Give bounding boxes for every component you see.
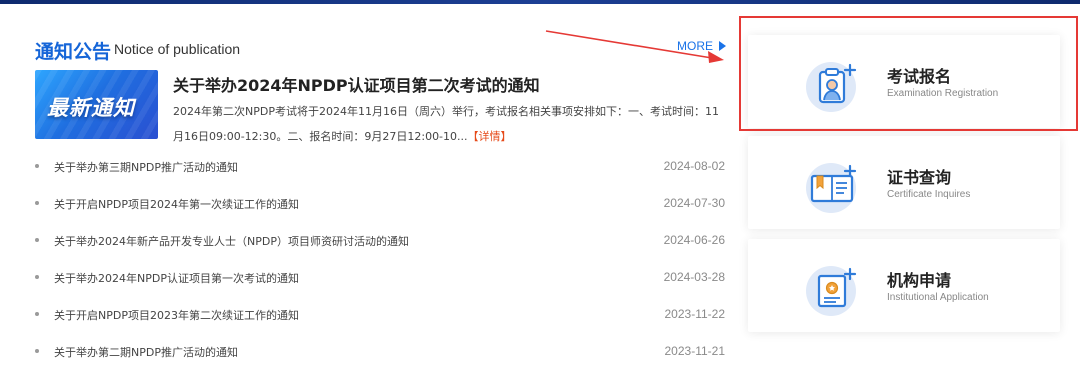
bullet-icon — [35, 312, 39, 316]
news-date: 2023-11-21 — [664, 344, 726, 358]
list-item[interactable]: 关于举办2024年新产品开发专业人士（NPDP）项目师资研讨活动的通知 2024… — [35, 231, 725, 251]
featured-desc-text: 2024年第二次NPDP考试将于2024年11月16日（周六）举行，考试报名相关… — [173, 105, 719, 143]
institution-application-card[interactable]: 机构申请 Institutional Application — [748, 239, 1060, 332]
certificate-query-icon — [806, 163, 857, 213]
thumbnail-text: 最新通知 — [47, 96, 135, 120]
news-title[interactable]: 关于举办2024年新产品开发专业人士（NPDP）项目师资研讨活动的通知 — [54, 233, 409, 249]
section-subtitle: Notice of publication — [114, 41, 241, 57]
news-title[interactable]: 关于举办第二期NPDP推广活动的通知 — [54, 344, 238, 360]
news-title[interactable]: 关于开启NPDP项目2023年第二次续证工作的通知 — [54, 307, 299, 323]
featured-description: 2024年第二次NPDP考试将于2024年11月16日（周六）举行，考试报名相关… — [173, 99, 728, 149]
news-date: 2024-07-30 — [663, 196, 725, 210]
featured-title[interactable]: 关于举办2024年NPDP认证项目第二次考试的通知 — [173, 72, 540, 96]
bullet-icon — [35, 164, 39, 168]
list-item[interactable]: 关于举办第三期NPDP推广活动的通知 2024-08-02 — [35, 157, 725, 177]
news-title[interactable]: 关于举办第三期NPDP推广活动的通知 — [54, 159, 238, 175]
news-date: 2023-11-22 — [664, 307, 726, 321]
card-subtitle: Institutional Application — [887, 292, 989, 303]
annotation-highlight-box — [739, 16, 1078, 131]
top-header-band — [0, 0, 1080, 4]
news-date: 2024-03-28 — [663, 270, 725, 284]
featured-thumbnail[interactable]: 最新通知 — [35, 70, 158, 139]
list-item[interactable]: 关于举办第二期NPDP推广活动的通知 2023-11-21 — [35, 342, 725, 362]
list-item[interactable]: 关于举办2024年NPDP认证项目第一次考试的通知 2024-03-28 — [35, 268, 725, 288]
detail-link[interactable]: 【详情】 — [468, 130, 512, 143]
more-link[interactable]: MORE — [677, 39, 726, 53]
bullet-icon — [35, 238, 39, 242]
list-item[interactable]: 关于开启NPDP项目2023年第二次续证工作的通知 2023-11-22 — [35, 305, 725, 325]
news-title[interactable]: 关于开启NPDP项目2024年第一次续证工作的通知 — [54, 196, 299, 212]
bullet-icon — [35, 201, 39, 205]
section-title: 通知公告 — [35, 41, 112, 63]
bullet-icon — [35, 349, 39, 353]
card-title: 证书查询 — [887, 168, 952, 187]
more-label: MORE — [677, 39, 713, 53]
certificate-query-card[interactable]: 证书查询 Certificate Inquires — [748, 136, 1060, 229]
institution-application-icon — [806, 266, 857, 316]
bullet-icon — [35, 275, 39, 279]
news-date: 2024-08-02 — [663, 159, 725, 173]
card-subtitle: Certificate Inquires — [887, 189, 971, 200]
news-title[interactable]: 关于举办2024年NPDP认证项目第一次考试的通知 — [54, 270, 299, 286]
list-item[interactable]: 关于开启NPDP项目2024年第一次续证工作的通知 2024-07-30 — [35, 194, 725, 214]
news-date: 2024-06-26 — [663, 233, 725, 247]
card-title: 机构申请 — [887, 271, 952, 290]
triangle-right-icon — [719, 40, 726, 51]
